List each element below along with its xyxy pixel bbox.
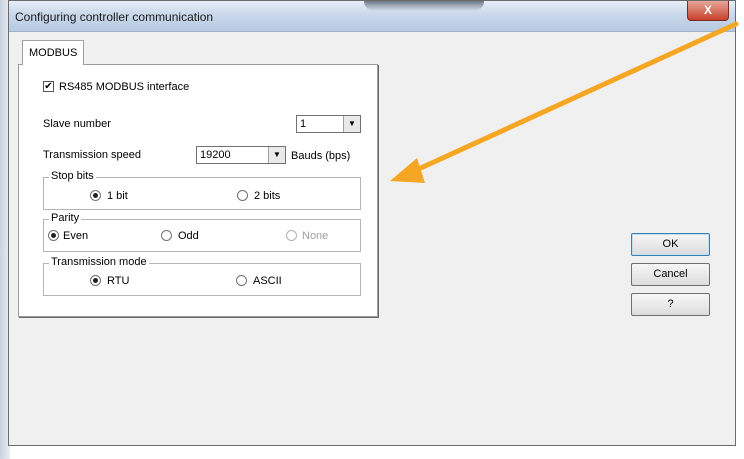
- title-bar-shadow: [364, 1, 484, 11]
- transmission-speed-unit: Bauds (bps): [291, 150, 351, 162]
- transmission-mode-group: Transmission mode RTU ASCII: [43, 256, 361, 296]
- slave-number-select[interactable]: 1 ▼: [296, 115, 361, 133]
- title-bar[interactable]: Configuring controller communication X: [9, 1, 735, 32]
- chevron-down-icon[interactable]: ▼: [343, 116, 360, 132]
- stop-bits-2-radio[interactable]: [237, 190, 248, 201]
- parity-none-radio: [286, 230, 297, 241]
- transmission-speed-label: Transmission speed: [43, 149, 142, 161]
- ok-button[interactable]: OK: [631, 233, 710, 256]
- stop-bits-1-radio[interactable]: [90, 190, 101, 201]
- close-button[interactable]: X: [687, 1, 729, 21]
- parity-even-label: Even: [63, 230, 89, 242]
- mode-rtu-label: RTU: [107, 275, 130, 287]
- tab-modbus-label: MODBUS: [29, 47, 78, 59]
- help-button[interactable]: ?: [631, 293, 710, 316]
- mode-rtu-radio[interactable]: [90, 275, 101, 286]
- checkmark-icon: ✔: [44, 81, 53, 92]
- cancel-button[interactable]: Cancel: [631, 263, 710, 286]
- parity-even-radio[interactable]: [48, 230, 59, 241]
- modbus-panel: ✔ RS485 MODBUS interface Slave number 1 …: [18, 64, 378, 317]
- stop-bits-1-label: 1 bit: [107, 190, 128, 202]
- parity-group: Parity Even Odd None: [43, 212, 361, 252]
- close-icon: X: [703, 3, 712, 17]
- transmission-speed-select[interactable]: 19200 ▼: [196, 146, 286, 164]
- tab-modbus[interactable]: MODBUS: [22, 40, 84, 65]
- transmission-mode-legend: Transmission mode: [49, 256, 149, 268]
- slave-number-value: 1: [300, 118, 307, 130]
- parity-odd-radio[interactable]: [161, 230, 172, 241]
- chevron-down-icon[interactable]: ▼: [268, 147, 285, 163]
- parity-legend: Parity: [49, 212, 82, 224]
- mode-ascii-radio[interactable]: [236, 275, 247, 286]
- stop-bits-2-label: 2 bits: [254, 190, 281, 202]
- rs485-interface-label: RS485 MODBUS interface: [59, 81, 190, 93]
- stop-bits-group: Stop bits 1 bit 2 bits: [43, 170, 361, 210]
- slave-number-label: Slave number: [43, 118, 111, 130]
- mode-ascii-label: ASCII: [253, 275, 282, 287]
- parity-odd-label: Odd: [178, 230, 199, 242]
- parity-none-label: None: [302, 230, 329, 242]
- stop-bits-legend: Stop bits: [49, 170, 96, 182]
- transmission-speed-value: 19200: [200, 149, 231, 161]
- window-title: Configuring controller communication: [15, 10, 214, 24]
- rs485-interface-checkbox[interactable]: ✔: [43, 81, 54, 92]
